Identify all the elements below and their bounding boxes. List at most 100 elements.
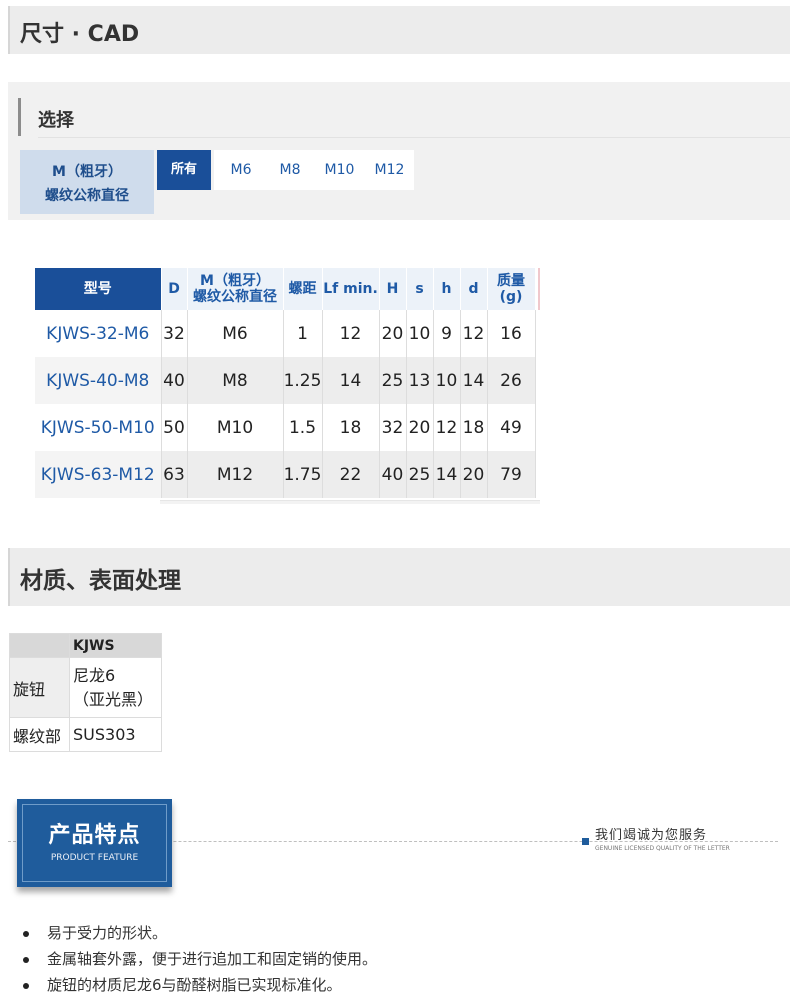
filter-option-m8[interactable]: M8: [265, 150, 315, 190]
cell-d-lower: 20: [460, 451, 488, 498]
material-row: 螺纹部 SUS303: [9, 717, 162, 752]
cell-d-lower: 12: [460, 310, 488, 357]
cell-thread: M8: [187, 357, 284, 404]
cell-mass: 79: [487, 451, 536, 498]
header-mass-line2: (g): [499, 289, 523, 305]
model-link[interactable]: KJWS-40-M8: [35, 357, 162, 404]
feature-list: 易于受力的形状。 金属轴套外露，便于进行追加工和固定销的使用。 旋钮的材质尼龙6…: [20, 920, 377, 998]
filter-option-m10[interactable]: M10: [314, 150, 365, 190]
filter-panel: 选择 M（粗牙） 螺纹公称直径 所有 M6 M8 M10 M12: [8, 82, 790, 220]
list-item: 金属轴套外露，便于进行追加工和固定销的使用。: [20, 946, 377, 972]
cell-d: 32: [161, 310, 188, 357]
cell-pitch: 1.5: [283, 404, 323, 451]
cell-s: 10: [406, 310, 434, 357]
cell-h-upper: 20: [379, 310, 407, 357]
cell-lf-min: 18: [322, 404, 380, 451]
filter-option-all[interactable]: 所有: [157, 150, 211, 190]
list-item: 旋钮的材质尼龙6与酚醛树脂已实现标准化。: [20, 972, 377, 998]
header-model: 型号: [35, 268, 162, 310]
feature-title-cn: 产品特点: [48, 823, 141, 848]
cell-h-upper: 32: [379, 404, 407, 451]
filter-divider: [38, 137, 790, 138]
material-row: 旋钮 尼龙6 （亚光黑）: [9, 657, 162, 718]
cell-pitch: 1.25: [283, 357, 323, 404]
spec-table: 型号 D M（粗牙） 螺纹公称直径 螺距 Lf min. H s h d 质量 …: [35, 268, 536, 498]
header-d-outer: D: [161, 268, 188, 310]
section-title-dimensions: 尺寸 · CAD: [20, 22, 140, 47]
table-row: KJWS-63-M12 63 M12 1.75 22 40 25 14 20 7…: [35, 451, 536, 498]
model-link[interactable]: KJWS-63-M12: [35, 451, 162, 498]
filter-option-m12[interactable]: M12: [365, 150, 414, 190]
cell-lf-min: 12: [322, 310, 380, 357]
table-row: KJWS-32-M6 32 M6 1 12 20 10 9 12 16: [35, 310, 536, 357]
material-label-knob: 旋钮: [9, 657, 70, 718]
cell-d: 63: [161, 451, 188, 498]
filter-param-label: M（粗牙） 螺纹公称直径: [20, 150, 154, 214]
header-s: s: [406, 268, 434, 310]
header-pitch: 螺距: [283, 268, 323, 310]
service-slogan-cn: 我们竭诚为您服务: [595, 828, 708, 843]
model-link[interactable]: KJWS-50-M10: [35, 404, 162, 451]
table-row: KJWS-40-M8 40 M8 1.25 14 25 13 10 14 26: [35, 357, 536, 404]
material-value-knob-line2: （亚光黑）: [73, 689, 154, 709]
filter-label: 选择: [38, 110, 74, 131]
cell-thread: M10: [187, 404, 284, 451]
cell-thread: M12: [187, 451, 284, 498]
section-title-material: 材质、表面处理: [20, 568, 181, 594]
feature-badge: 产品特点 PRODUCT FEATURE: [17, 799, 172, 887]
table-row: KJWS-50-M10 50 M10 1.5 18 32 20 12 18 49: [35, 404, 536, 451]
header-thread-line1: M（粗牙）: [200, 273, 270, 289]
cell-s: 25: [406, 451, 434, 498]
service-square-icon: [582, 838, 589, 845]
filter-param-line2: 螺纹公称直径: [45, 188, 129, 204]
header-mass: 质量 (g): [487, 268, 536, 310]
header-h-lower: h: [433, 268, 461, 310]
material-header-model: KJWS: [69, 633, 162, 658]
cell-h-upper: 25: [379, 357, 407, 404]
cell-lf-min: 14: [322, 357, 380, 404]
material-header-empty: [9, 633, 70, 658]
cell-d-lower: 14: [460, 357, 488, 404]
header-mass-line1: 质量: [497, 273, 525, 289]
list-item: 易于受力的形状。: [20, 920, 377, 946]
header-thread: M（粗牙） 螺纹公称直径: [187, 268, 284, 310]
material-value-thread: SUS303: [69, 717, 162, 752]
cell-d-lower: 18: [460, 404, 488, 451]
filter-label-marker: [18, 98, 21, 136]
cell-mass: 26: [487, 357, 536, 404]
cell-thread: M6: [187, 310, 284, 357]
cell-lf-min: 22: [322, 451, 380, 498]
cell-d: 50: [161, 404, 188, 451]
material-label-thread: 螺纹部: [9, 717, 70, 752]
cell-h-lower: 10: [433, 357, 461, 404]
filter-param-line1: M（粗牙）: [52, 164, 122, 180]
section-header-material: 材质、表面处理: [8, 548, 790, 606]
spec-table-header-row: 型号 D M（粗牙） 螺纹公称直径 螺距 Lf min. H s h d 质量 …: [35, 268, 536, 310]
material-value-knob-line1: 尼龙6: [73, 665, 116, 685]
filter-option-m6[interactable]: M6: [214, 150, 268, 190]
section-header-dimensions: 尺寸 · CAD: [8, 6, 790, 54]
material-value-knob: 尼龙6 （亚光黑）: [69, 657, 162, 718]
model-link[interactable]: KJWS-32-M6: [35, 310, 162, 357]
table-bottom-border: [160, 500, 540, 504]
cell-mass: 16: [487, 310, 536, 357]
cell-mass: 49: [487, 404, 536, 451]
cell-h-lower: 14: [433, 451, 461, 498]
header-h-upper: H: [379, 268, 407, 310]
cell-h-upper: 40: [379, 451, 407, 498]
material-header-row: KJWS: [9, 633, 162, 658]
feature-title-en: PRODUCT FEATURE: [50, 853, 139, 863]
cell-pitch: 1: [283, 310, 323, 357]
cell-d: 40: [161, 357, 188, 404]
header-lf-min: Lf min.: [322, 268, 380, 310]
table-edge-marker: [538, 268, 540, 310]
cell-s: 20: [406, 404, 434, 451]
cell-h-lower: 9: [433, 310, 461, 357]
cell-h-lower: 12: [433, 404, 461, 451]
cell-pitch: 1.75: [283, 451, 323, 498]
header-d-lower: d: [460, 268, 488, 310]
header-thread-line2: 螺纹公称直径: [193, 289, 277, 305]
cell-s: 13: [406, 357, 434, 404]
material-table: KJWS 旋钮 尼龙6 （亚光黑） 螺纹部 SUS303: [9, 633, 162, 752]
service-slogan-en: GENUINE LICENSED QUALITY OF THE LETTER: [595, 845, 730, 852]
